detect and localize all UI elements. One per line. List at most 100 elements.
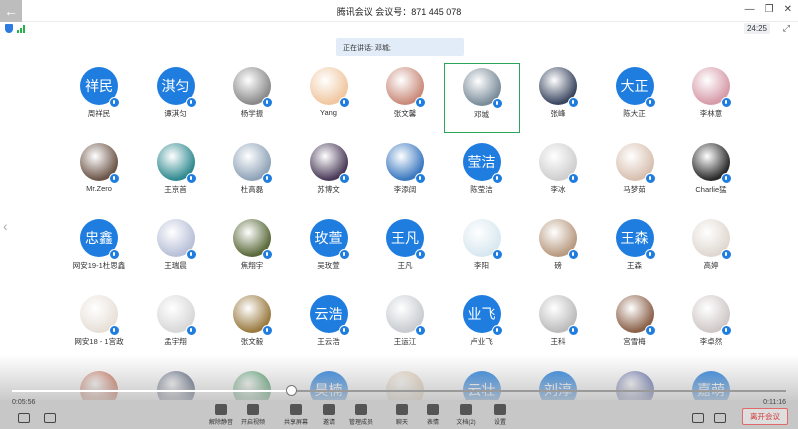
mic-icon bbox=[185, 249, 197, 260]
mic-icon bbox=[644, 173, 656, 184]
fullscreen-icon[interactable]: ⤢ bbox=[783, 23, 790, 34]
participant-tile[interactable]: 高婷 bbox=[673, 215, 749, 285]
participant-name: 王运江 bbox=[393, 337, 417, 346]
mic-icon bbox=[185, 97, 197, 108]
participant-tile[interactable]: 王运江 bbox=[367, 291, 443, 361]
participant-tile[interactable]: 李阳 bbox=[444, 215, 520, 285]
participant-tile[interactable]: 业飞 卢业飞 bbox=[444, 291, 520, 361]
security-shield-icon[interactable] bbox=[5, 24, 13, 33]
participant-name: Mr.Zero bbox=[86, 184, 112, 193]
participant-tile[interactable]: 网安18 - 1宫政 bbox=[61, 291, 137, 361]
toolbar-button[interactable]: 开启视频 bbox=[237, 404, 269, 428]
participant-tile[interactable]: 莹洁 陈莹洁 bbox=[444, 139, 520, 209]
participant-name: 陈大正 bbox=[623, 109, 646, 118]
annotate-pen-icon[interactable] bbox=[692, 413, 704, 423]
toolbar-button-label: 文档(2) bbox=[456, 420, 476, 426]
participant-name: 宫雪梅 bbox=[623, 337, 646, 346]
restore-icon[interactable]: ❐ bbox=[765, 4, 774, 15]
participant-tile[interactable]: 杜高磊 bbox=[214, 139, 290, 209]
total-time: 0:11:16 bbox=[763, 399, 786, 406]
mic-icon bbox=[568, 97, 579, 108]
participant-tile[interactable]: 焦翔宇 bbox=[214, 215, 290, 285]
mic-icon bbox=[491, 173, 503, 184]
participant-tile[interactable]: 祥民 周祥民 bbox=[61, 63, 137, 133]
participant-name: 网安18 - 1宫政 bbox=[74, 337, 124, 346]
status-row: 24:25 ⤢ bbox=[0, 22, 798, 36]
toolbar-button[interactable]: 设置 bbox=[484, 404, 516, 428]
mic-icon bbox=[721, 173, 732, 184]
participant-tile[interactable]: 李卓然 bbox=[673, 291, 749, 361]
participant-tile[interactable]: 玫萱 吴玫萱 bbox=[291, 215, 367, 285]
participant-name: 李阳 bbox=[474, 261, 489, 270]
participant-tile[interactable]: 张文馨 bbox=[367, 63, 443, 133]
signal-strength-icon[interactable] bbox=[17, 25, 25, 33]
doc-icon bbox=[460, 404, 472, 415]
participant-tile[interactable]: Mr.Zero bbox=[61, 139, 137, 209]
leave-meeting-button[interactable]: 离开会议 bbox=[742, 408, 788, 425]
participant-tile[interactable]: 王凡 王凡 bbox=[367, 215, 443, 285]
toolbar-button[interactable]: 解除静音 bbox=[205, 404, 237, 428]
participant-tile[interactable]: 李添阔 bbox=[367, 139, 443, 209]
participant-tile[interactable]: 王瑞晨 bbox=[138, 215, 214, 285]
participant-name: Yang bbox=[320, 108, 337, 117]
mic-icon bbox=[415, 249, 426, 260]
toolbar-button-label: 开启视频 bbox=[240, 420, 265, 426]
participant-tile[interactable]: 杨学振 bbox=[214, 63, 290, 133]
settings-icon bbox=[494, 404, 506, 415]
participant-name: 马梦茹 bbox=[623, 185, 646, 194]
close-icon[interactable]: ✕ bbox=[784, 4, 792, 15]
participant-tile[interactable]: 张峰 bbox=[520, 63, 596, 133]
participant-tile[interactable]: 李冰 bbox=[520, 139, 596, 209]
mic-icon bbox=[109, 97, 120, 108]
previous-page-icon[interactable]: ‹ bbox=[3, 218, 8, 234]
minimize-icon[interactable]: — bbox=[745, 4, 755, 15]
keyboard-icon[interactable] bbox=[714, 413, 726, 423]
toolbar-button[interactable]: 表情 bbox=[417, 404, 449, 428]
volume-icon[interactable] bbox=[18, 413, 30, 423]
participant-tile[interactable]: 马梦茹 bbox=[597, 139, 673, 209]
mic-icon bbox=[568, 325, 579, 336]
participant-tile[interactable]: 张文毅 bbox=[214, 291, 290, 361]
mic-icon bbox=[338, 97, 350, 108]
playback-knob[interactable] bbox=[285, 385, 297, 396]
participant-tile[interactable]: 王森 王森 bbox=[597, 215, 673, 285]
participant-tile[interactable]: 云浩 王云浩 bbox=[291, 291, 367, 361]
toolbar-button-label: 共享屏幕 bbox=[283, 420, 308, 426]
participant-tile[interactable]: 王京首 bbox=[138, 139, 214, 209]
participant-tile[interactable]: 宫雪梅 bbox=[597, 291, 673, 361]
participant-name: 焦翔宇 bbox=[240, 261, 264, 270]
mic-icon bbox=[721, 97, 732, 108]
toolbar-button[interactable]: 邀请 bbox=[313, 404, 345, 428]
participant-name: 谭淇匀 bbox=[164, 109, 187, 118]
participant-tile[interactable]: 王科 bbox=[520, 291, 596, 361]
participant-tile[interactable]: 孟宇翔 bbox=[138, 291, 214, 361]
participant-tile[interactable]: 淇匀 谭淇匀 bbox=[138, 63, 214, 133]
toolbar-button[interactable]: 文档(2) bbox=[450, 404, 482, 428]
toolbar-button[interactable]: 共享屏幕 bbox=[280, 404, 312, 428]
participant-tile[interactable]: 磅 bbox=[520, 215, 596, 285]
participant-tile[interactable]: 李林意 bbox=[673, 63, 749, 133]
chat-icon bbox=[396, 404, 408, 415]
participant-tile[interactable]: 邓城 bbox=[443, 63, 520, 133]
camera-off-icon bbox=[247, 404, 259, 415]
participant-tile[interactable]: 忠鑫 网安19-1杜思鑫 bbox=[61, 215, 137, 285]
mic-icon bbox=[491, 98, 503, 109]
toolbar-button-label: 设置 bbox=[493, 420, 506, 426]
participant-tile[interactable]: Yang bbox=[291, 63, 367, 133]
participant-tile[interactable]: 大正 陈大正 bbox=[597, 63, 673, 133]
participant-name: 王瑞晨 bbox=[164, 261, 187, 270]
toolbar-button[interactable]: 聊天 bbox=[386, 404, 418, 428]
participant-name: 卢业飞 bbox=[470, 337, 493, 346]
participant-tile[interactable]: Charlie猛 bbox=[673, 139, 749, 209]
toolbar-button-label: 聊天 bbox=[395, 420, 408, 426]
participant-name: 陈莹洁 bbox=[470, 185, 493, 194]
participant-name: 王云浩 bbox=[317, 337, 340, 346]
mic-icon bbox=[262, 325, 273, 336]
meeting-timer: 24:25 bbox=[743, 23, 770, 34]
toolbar-button[interactable]: 管理成员 bbox=[345, 404, 377, 428]
window-controls: — ❐ ✕ bbox=[745, 4, 792, 15]
participant-name: 张文毅 bbox=[240, 337, 264, 346]
participant-tile[interactable]: 苏博文 bbox=[291, 139, 367, 209]
participant-name: 王凡 bbox=[397, 261, 413, 270]
subtitle-icon[interactable] bbox=[44, 413, 56, 423]
